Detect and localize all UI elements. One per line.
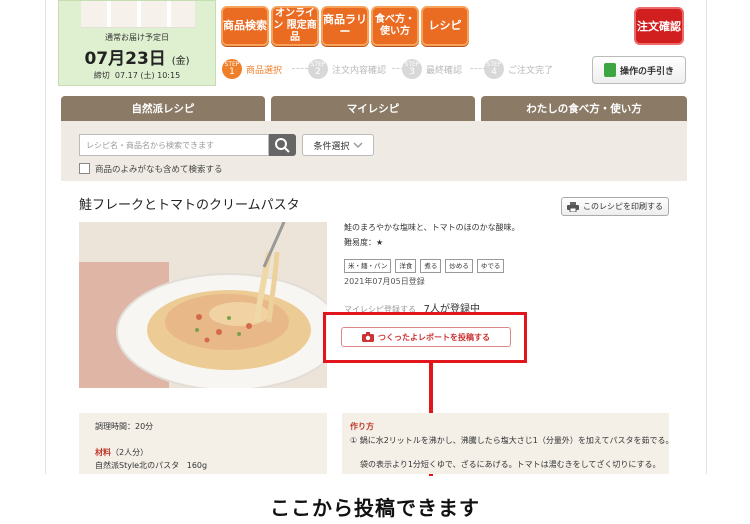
step-2-label: 注文内容確認 <box>332 65 387 76</box>
recipe-search-input[interactable]: レシピ名・商品名から検索できます <box>79 134 269 156</box>
search-button[interactable] <box>269 134 296 156</box>
delivery-weekday: (金) <box>171 56 190 67</box>
ingredients-heading: 材料（2人分） <box>95 448 149 457</box>
ingredient-row: 自然派Style北のパスタ 160g <box>95 461 208 470</box>
order-steps: STEP 1 商品選択 STEP 2 注文内容確認 STEP 3 最終確認 STEP 4… <box>222 58 582 80</box>
method-heading: 作り方 <box>350 422 374 431</box>
reading-search-label: 商品のよみがなも含めて検索する <box>95 165 223 175</box>
step-1-badge: STEP 1 <box>222 59 242 79</box>
step-2-badge: STEP 2 <box>308 59 328 79</box>
reading-search-checkbox[interactable] <box>79 163 90 174</box>
step-3-badge: STEP 3 <box>402 59 422 79</box>
highlight-box <box>323 312 527 363</box>
nav-recipe-button[interactable]: レシピ <box>421 6 469 46</box>
step-4-badge: STEP 4 <box>484 59 504 79</box>
callout-caption: ここから投稿できます <box>270 496 480 520</box>
step-separator <box>292 68 308 70</box>
chevron-down-icon <box>352 142 363 149</box>
step-1: STEP 1 商品選択 <box>222 58 282 80</box>
step-2: STEP 2 注文内容確認 <box>308 58 386 80</box>
operation-guide-label: 操作の手引き <box>619 66 674 77</box>
recipe-difficulty: 難易度：★ <box>344 238 384 247</box>
nav-product-search-button[interactable]: 商品検索 <box>221 6 269 46</box>
delivery-date-panel: 通常お届け予定日 07月23日 (金) 締切 07.17 (土) 10:15 <box>58 0 216 86</box>
order-deadline: 締切 07.17 (土) 10:15 <box>59 70 215 81</box>
nav-online-limited-button[interactable]: オンライン 限定商品 <box>271 6 319 46</box>
recipe-title: 鮭フレークとトマトのクリームパスタ <box>79 198 300 213</box>
recipe-tag[interactable]: 煮る <box>420 259 442 273</box>
step-1-label: 商品選択 <box>246 65 283 76</box>
book-icon <box>603 63 616 77</box>
step-3: STEP 3 最終確認 <box>402 58 462 80</box>
method-step-2: 袋の表示より1分短くゆで、ざるにあげる。トマトは湯むきをしてざく切りにする。 <box>360 460 661 469</box>
deadline-label: 締切 <box>93 71 110 80</box>
tab-my-recipes[interactable]: マイレシピ <box>271 96 475 121</box>
method-step-1: ① 鍋に水2リットルを沸かし、沸騰したら塩大さじ1（分量外）を加えてパスタを茹で… <box>350 436 674 445</box>
recipe-tag[interactable]: 米・麺・パン <box>344 259 392 273</box>
nav-product-rally-button[interactable]: 商品ラリー <box>321 6 369 46</box>
tab-my-usage[interactable]: わたしの食べ方・使い方 <box>481 96 687 121</box>
recipe-tag[interactable]: ゆでる <box>476 259 505 273</box>
recipe-tag[interactable]: 洋食 <box>395 259 417 273</box>
recipe-info-panel: 調理時間：20分 材料（2人分） 自然派Style北のパスタ 160g <box>79 413 327 474</box>
tab-natural-recipes[interactable]: 自然派レシピ <box>61 96 265 121</box>
product-thumbnails <box>81 1 195 28</box>
step-3-label: 最終確認 <box>426 65 463 76</box>
recipe-method-panel: 作り方 ① 鍋に水2リットルを沸かし、沸騰したら塩大さじ1（分量外）を加えてパス… <box>342 413 674 474</box>
recipe-tag[interactable]: 炒める <box>445 259 473 273</box>
condition-select-button[interactable]: 条件選択 <box>302 134 374 156</box>
nav-how-to-eat-button[interactable]: 食べ方・ 使い方 <box>371 6 419 46</box>
registration-date: 2021年07月05日登録 <box>344 277 425 286</box>
search-icon <box>275 138 290 153</box>
condition-select-label: 条件選択 <box>313 141 350 152</box>
delivery-date-value: 07月23日 <box>84 49 166 69</box>
print-recipe-button[interactable]: このレシピを印刷する <box>561 197 669 216</box>
step-4-label: ご注文完了 <box>508 65 554 76</box>
cooking-time: 調理時間：20分 <box>95 422 154 431</box>
delivery-label: 通常お届け予定日 <box>105 33 169 42</box>
recipe-photo <box>79 222 327 388</box>
deadline-value: 07.17 (土) 10:15 <box>114 71 181 80</box>
operation-guide-button[interactable]: 操作の手引き <box>592 56 686 84</box>
step-4: STEP 4 ご注文完了 <box>484 58 553 80</box>
recipe-tags: 米・麺・パン 洋食 煮る 炒める ゆでる <box>344 259 505 273</box>
print-recipe-label: このレシピを印刷する <box>583 202 663 211</box>
order-confirm-button[interactable]: 注文確認 <box>634 7 684 45</box>
printer-icon <box>567 201 579 212</box>
delivery-date: 07月23日 (金) <box>59 44 215 69</box>
recipe-description: 鮭のまろやかな塩味と、トマトのほのかな酸味。 <box>344 223 520 232</box>
